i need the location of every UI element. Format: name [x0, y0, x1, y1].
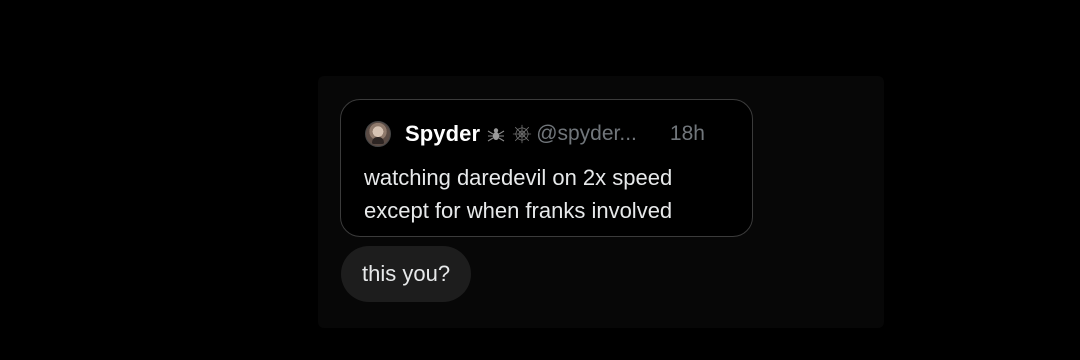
quoted-post-text-line-2: except for when franks involved — [364, 198, 673, 223]
post-timestamp[interactable]: 18h — [670, 122, 705, 146]
spider-web-icon — [512, 122, 532, 146]
avatar[interactable] — [365, 121, 391, 147]
quoted-post-text-line-1: watching daredevil on 2x speed — [364, 165, 673, 190]
author-handle[interactable]: @spyder... — [536, 122, 637, 146]
reply-message-text: this you? — [362, 261, 451, 286]
quoted-post-header: Spyder @spyder... 18h — [365, 118, 705, 150]
reply-message-bubble[interactable]: this you? — [341, 246, 472, 302]
quoted-post-card[interactable]: Spyder @spyder... 18h watching daredevil… — [340, 99, 753, 237]
author-name[interactable]: Spyder — [405, 121, 480, 147]
spider-icon — [486, 122, 506, 146]
quoted-post-text: watching daredevil on 2x speed except fo… — [364, 161, 734, 227]
screenshot-canvas: Spyder @spyder... 18h watching daredevil… — [0, 0, 1080, 360]
